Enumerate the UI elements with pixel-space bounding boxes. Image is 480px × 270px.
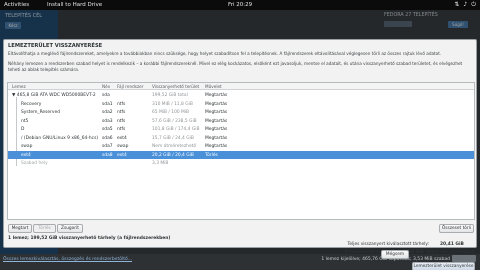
cell-disk: Szabad hely: [21, 161, 48, 166]
cell-action: Megtartás: [205, 101, 228, 107]
total-reclaim-value: 20,41 GiB: [440, 242, 464, 247]
cell-action: Törlés: [205, 152, 218, 158]
activities-button[interactable]: Activities: [4, 2, 29, 8]
partition-row[interactable]: Dsda5 ntfs 101,8 GiB / 174,4 GiB Megtartás: [8, 125, 474, 134]
partition-row[interactable]: / (Debian GNU/Linux 9 x86_64-hcs) sda6 ext…: [8, 134, 474, 143]
cell-reclaimable: 65 MiB / 100 MiB: [152, 110, 190, 115]
delete-button[interactable]: Törlés: [33, 224, 56, 233]
cell-reclaimable: Nem átméretezhető: [152, 144, 197, 149]
dialog-warning: Néhány lemezen a rendszerben szabad hely…: [8, 61, 463, 72]
cell-reclaimable: 57,6 GiB / 238,5 GiB: [152, 118, 197, 124]
delete-all-button[interactable]: Összeset törli: [439, 224, 474, 233]
total-reclaim-label: Teljes visszanyert kiválasztott tárhely:: [347, 242, 429, 247]
cell-disk: ext4: [21, 152, 31, 158]
power-icon: ⏻: [471, 1, 476, 8]
cell-disk: / (Debian GNU/Linux 9 x86_64-hcs): [21, 135, 99, 141]
reclaim-space-dialog: LEMEZTERÜLET VISSZANYERÉSE Eltávolíthatj…: [3, 39, 477, 270]
partition-row[interactable]: System_Reserved sda2 ntfs 65 MiB / 100 MiB M…: [8, 108, 474, 117]
partition-row[interactable]: ext4 sda8 ext4 20,2 GiB / 20,4 GiB Törlés: [8, 150, 474, 159]
cell-action: Megtartás: [205, 110, 228, 115]
selection-summary: 1 lemez; 199,52 GiB visszanyerhető tárhe…: [8, 236, 171, 241]
cell-action: Megtartás: [205, 93, 228, 98]
disk-row[interactable]: ▼ 465,8 GiB ATA WDC WD5000BEVT-2 sda 199,5…: [8, 91, 474, 100]
cell-name: sda8: [102, 152, 113, 158]
cell-filesystem: ntfs: [117, 110, 126, 115]
cell-reclaimable: 15,7 GiB / 24,4 GiB: [152, 135, 194, 141]
reclaim-space-button[interactable]: Lemezterület visszanyerése: [412, 262, 475, 270]
install-requirement-suffix: helyre van szükségünk.: [425, 250, 476, 255]
cell-filesystem: ext4: [117, 135, 127, 141]
column-header-action[interactable]: Művelet: [205, 84, 222, 89]
network-icon: ⇅: [454, 1, 460, 8]
cell-name: sda5: [102, 127, 113, 132]
column-header-reclaimable[interactable]: Visszanyerhető terület: [152, 84, 199, 89]
cell-name: sda3: [102, 118, 113, 124]
full-disk-summary-link[interactable]: Összes lemezkiválasztás, összegzés és re…: [3, 257, 132, 262]
partition-row[interactable]: Recovery sda1 ntfs 310 MiB / 11,8 GiB Megtar…: [8, 100, 474, 109]
cell-filesystem: ntfs: [117, 118, 126, 124]
cell-reclaimable: 101,8 GiB / 174,4 GiB: [152, 127, 200, 132]
cell-reclaimable: 20,2 GiB / 20,4 GiB: [152, 152, 194, 158]
volume-icon: ♪: [463, 1, 468, 8]
system-tray[interactable]: ⇅ ♪ ⏻: [454, 2, 476, 8]
cell-name: sda7: [102, 144, 113, 149]
cell-reclaimable: 3,3 MiB: [152, 161, 169, 166]
partition-row[interactable]: swap sda7 swap Nem átméretezhető Megtartás: [8, 142, 474, 151]
cell-filesystem: ntfs: [117, 127, 126, 132]
partition-row[interactable]: nt5 sda3 ntfs 57,6 GiB / 238,5 GiB Megtartás: [8, 117, 474, 126]
cell-name: sda1: [102, 101, 113, 107]
cell-filesystem: swap: [117, 144, 129, 149]
free-space-row[interactable]: Szabad hely 3,3 MiB: [8, 159, 474, 168]
cell-disk: nt5: [21, 118, 29, 124]
cell-filesystem: ext4: [117, 152, 127, 158]
cell-reclaimable: 199,52 GiB total: [152, 93, 188, 98]
cell-reclaimable: 310 MiB / 11,8 GiB: [152, 101, 193, 107]
cell-name: sda: [102, 93, 110, 98]
column-header-filesystem[interactable]: Fájl rendszer: [117, 84, 143, 89]
cell-disk: swap: [21, 144, 33, 149]
partition-table[interactable]: Lemez Név Fájl rendszer Visszanyerhető t…: [7, 82, 475, 220]
cell-name: sda6: [102, 135, 113, 141]
cell-filesystem: ntfs: [117, 101, 126, 107]
table-header: Lemez Név Fájl rendszer Visszanyerhető t…: [8, 83, 474, 90]
dialog-description: Eltávolíthatja a meglévő fájlrendszereke…: [8, 51, 442, 56]
cell-action: Megtartás: [205, 144, 228, 149]
cell-disk: System_Reserved: [21, 110, 61, 115]
refresh-button[interactable]: [452, 255, 476, 262]
cancel-button[interactable]: Mégsem: [381, 250, 409, 259]
cell-disk: Recovery: [21, 101, 42, 107]
clock[interactable]: Fri 20:29: [228, 2, 252, 8]
cell-action: Megtartás: [205, 127, 228, 132]
app-menu[interactable]: Install to Hard Drive: [47, 2, 102, 8]
dialog-title: LEMEZTERÜLET VISSZANYERÉSE: [8, 43, 103, 49]
cell-disk: ▼ 465,8 GiB ATA WDC WD5000BEVT-2: [12, 93, 96, 98]
cell-action: Megtartás: [205, 118, 228, 124]
cell-disk: D: [21, 127, 25, 132]
column-header-name[interactable]: Név: [102, 84, 110, 89]
column-header-disk[interactable]: Lemez: [12, 84, 26, 89]
shrink-button[interactable]: Zsugorít: [57, 224, 83, 233]
gnome-top-bar: Activities Install to Hard Drive Fri 20:…: [0, 0, 480, 10]
cell-action: Megtartás: [205, 135, 228, 141]
cell-name: sda2: [102, 110, 113, 115]
keep-button[interactable]: Megtart: [8, 224, 32, 233]
